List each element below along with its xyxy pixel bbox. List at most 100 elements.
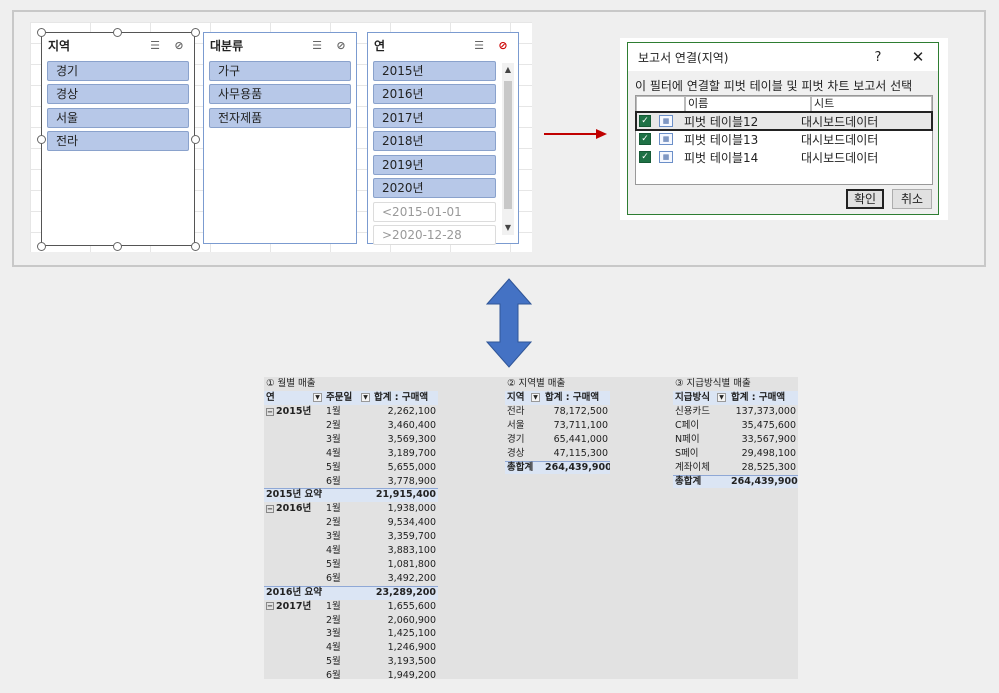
pivot3-method: 신용카드 xyxy=(675,406,710,417)
pivot1-value: 3,460,400 xyxy=(387,419,436,431)
pivot1-value: 3,359,700 xyxy=(387,531,436,543)
pivot-sheet: 대시보드데이터 xyxy=(801,132,879,147)
slicer-item[interactable]: 2016년 xyxy=(373,84,496,104)
list-header-name[interactable]: 이름 xyxy=(685,96,811,112)
filter-button-icon[interactable]: ▼ xyxy=(312,391,324,405)
slicer-item[interactable]: 2018년 xyxy=(373,131,496,151)
multi-select-icon[interactable]: ☰ xyxy=(146,38,164,52)
scroll-up-icon[interactable]: ▲ xyxy=(502,63,514,77)
pivot1-subtotal-value: 21,915,400 xyxy=(375,489,436,501)
slicer-title: 대분류 xyxy=(210,38,244,53)
sort-filter-button-icon[interactable]: ▼ xyxy=(530,391,542,405)
pivot3-title: ③ 지급방식별 매출 xyxy=(675,378,751,389)
pivot1-title: ① 월별 매출 xyxy=(266,378,316,389)
pivot2-total-label: 총합계 xyxy=(507,461,534,473)
checkbox-checked-icon[interactable]: ✓ xyxy=(639,115,651,127)
slicer-region[interactable]: 지역 ☰ ⊘ 경기 경상 서울 전라 xyxy=(41,32,195,246)
slicer-item[interactable]: 2019년 xyxy=(373,154,496,175)
pivot1-year-cell[interactable]: −2015년 xyxy=(266,405,324,419)
slicer-category[interactable]: 대분류 ☰ ⊘ 가구 사무용품 전자제품 xyxy=(203,32,357,244)
help-icon[interactable]: ? xyxy=(858,50,898,65)
pivot3-method: C페이 xyxy=(675,419,700,431)
resize-handle[interactable] xyxy=(191,28,200,37)
slicer-year[interactable]: 연 ☰ ⊘ 2015년 2016년 2017년 2018년 2019년 2020… xyxy=(367,32,519,245)
pivot1-value: 1,938,000 xyxy=(387,503,436,515)
clear-filter-icon[interactable]: ⊘ xyxy=(332,38,350,52)
pivot1-value: 9,534,400 xyxy=(387,517,436,529)
pivot3-header-sum: 합계 : 구매액 xyxy=(731,392,786,403)
pivot-name: 피벗 테이블14 xyxy=(684,150,759,165)
pivot1-year-cell[interactable]: −2017년 xyxy=(266,600,324,614)
filter-button-icon[interactable]: ▼ xyxy=(360,391,372,405)
pivot3-value: 33,567,900 xyxy=(741,433,796,445)
pivot3-method: S페이 xyxy=(675,447,699,459)
slicer-title: 지역 xyxy=(48,38,71,53)
collapse-icon[interactable]: − xyxy=(266,407,274,416)
pivot2-region: 서울 xyxy=(507,419,525,431)
resize-handle[interactable] xyxy=(37,242,46,251)
list-item[interactable]: ✓ ▦ 피벗 테이블14 대시보드데이터 xyxy=(636,148,932,166)
resize-handle[interactable] xyxy=(191,135,200,144)
list-item[interactable]: ✓ ▦ 피벗 테이블13 대시보드데이터 xyxy=(636,130,932,148)
pivot1-year-label: 2015년 xyxy=(276,406,312,417)
list-header-sheet[interactable]: 시트 xyxy=(811,96,932,112)
pivot2-value: 65,441,000 xyxy=(553,433,608,445)
slicer-item[interactable]: 경기 xyxy=(47,60,189,81)
cancel-button[interactable]: 취소 xyxy=(892,189,932,209)
slicer-header: 연 ☰ ⊘ xyxy=(368,33,518,57)
collapse-icon[interactable]: − xyxy=(266,504,274,513)
pivot1-subtotal-label: 2015년 요약 xyxy=(266,489,322,501)
clear-filter-icon[interactable]: ⊘ xyxy=(494,38,512,52)
collapse-icon[interactable]: − xyxy=(266,602,274,611)
pivot1-value: 3,189,700 xyxy=(387,447,436,459)
slicer-item[interactable]: 2017년 xyxy=(373,107,496,128)
pivot1-value: 5,655,000 xyxy=(387,461,436,473)
pivot1-month: 2월 xyxy=(326,614,341,626)
slicer-item[interactable]: 경상 xyxy=(47,84,189,104)
slicer-item[interactable]: 전자제품 xyxy=(209,107,351,128)
pivot1-value: 3,492,200 xyxy=(387,572,436,584)
clear-filter-icon[interactable]: ⊘ xyxy=(170,38,188,52)
checkbox-checked-icon[interactable]: ✓ xyxy=(639,133,651,145)
pivot1-month: 3월 xyxy=(326,628,341,640)
slicer-item[interactable]: 전라 xyxy=(47,131,189,151)
pivot2-header-sum: 합계 : 구매액 xyxy=(545,392,600,403)
slicer-item[interactable]: 가구 xyxy=(209,60,351,81)
pivot1-month: 5월 xyxy=(326,461,341,473)
pivot1-month: 6월 xyxy=(326,475,341,487)
resize-handle[interactable] xyxy=(37,135,46,144)
pivot1-value: 1,655,600 xyxy=(387,600,436,612)
ok-button[interactable]: 확인 xyxy=(846,189,884,209)
resize-handle[interactable] xyxy=(191,242,200,251)
pivot1-header-sum: 합계 : 구매액 xyxy=(374,392,429,403)
checkbox-checked-icon[interactable]: ✓ xyxy=(639,151,651,163)
resize-handle[interactable] xyxy=(113,28,122,37)
multi-select-icon[interactable]: ☰ xyxy=(308,38,326,52)
slicer-item[interactable]: 2015년 xyxy=(373,60,496,81)
scroll-thumb[interactable] xyxy=(504,81,512,209)
scroll-down-icon[interactable]: ▼ xyxy=(502,221,514,235)
slicer-item-nodata[interactable]: <2015-01-01 xyxy=(373,201,496,222)
pivot1-month: 6월 xyxy=(326,670,341,679)
dialog-description: 이 필터에 연결할 피벗 테이블 및 피벗 차트 보고서 선택 xyxy=(635,79,913,93)
slicer-item[interactable]: 2020년 xyxy=(373,178,496,198)
pivot1-subtotal-label: 2016년 요약 xyxy=(266,586,322,598)
pivot2-value: 47,115,300 xyxy=(553,447,608,459)
pivot2-value: 73,711,100 xyxy=(553,419,608,431)
slicer-item[interactable]: 사무용품 xyxy=(209,84,351,104)
slicer-item[interactable]: 서울 xyxy=(47,107,189,128)
multi-select-icon[interactable]: ☰ xyxy=(470,38,488,52)
pivot1-month: 1월 xyxy=(326,406,341,417)
pivot3-total-value: 264,439,900 xyxy=(731,475,798,487)
resize-handle[interactable] xyxy=(37,28,46,37)
list-item[interactable]: ✓ ▦ 피벗 테이블12 대시보드데이터 xyxy=(635,111,933,131)
pivot1-year-cell[interactable]: −2016년 xyxy=(266,502,324,516)
close-icon[interactable]: ✕ xyxy=(898,48,938,66)
sort-filter-button-icon[interactable]: ▼ xyxy=(716,391,728,405)
list-header-blank xyxy=(636,96,685,112)
slicer-scrollbar[interactable]: ▲ ▼ xyxy=(502,63,514,235)
pivot-list[interactable]: 이름 시트 ✓ ▦ 피벗 테이블12 대시보드데이터 ✓ ▦ 피벗 테이블13 … xyxy=(635,95,933,185)
slicer-item-nodata[interactable]: >2020-12-28 xyxy=(373,225,496,245)
pivot1-month: 3월 xyxy=(326,433,341,445)
resize-handle[interactable] xyxy=(113,242,122,251)
